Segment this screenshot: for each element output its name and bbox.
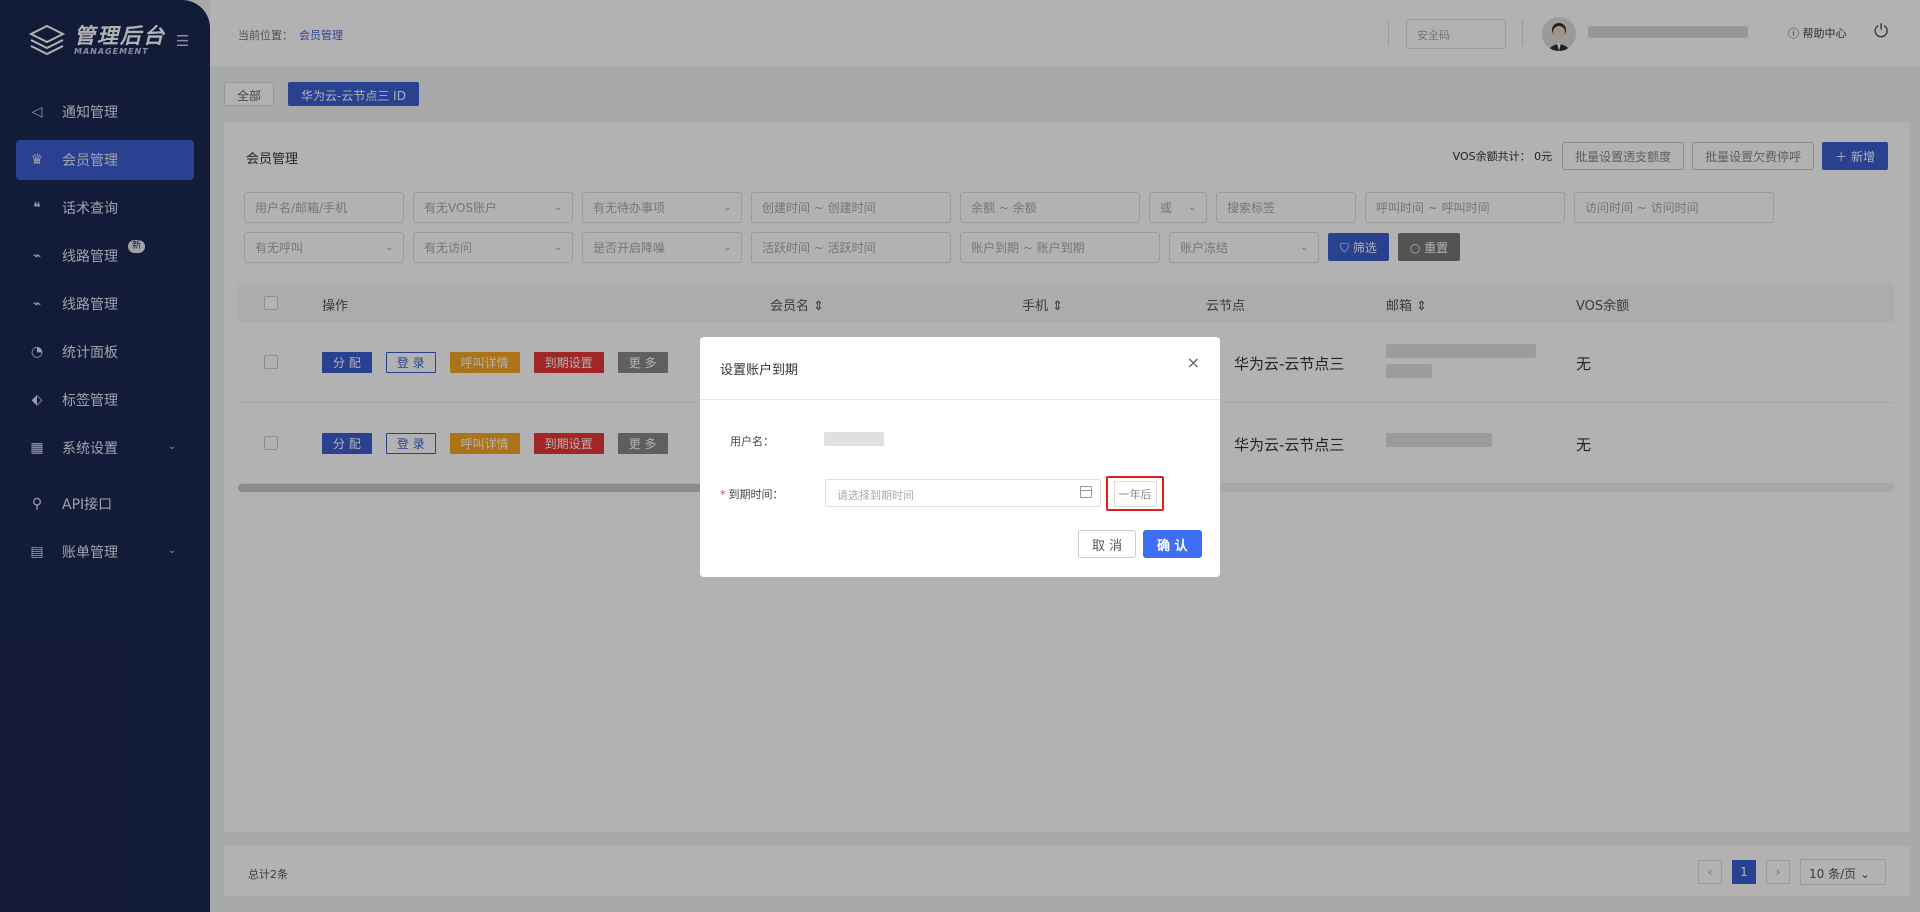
dialog-title: 设置账户到期 <box>720 363 799 378</box>
confirm-button[interactable]: 确 认 <box>1143 530 1202 558</box>
expire-label: * 到期时间： <box>720 486 784 502</box>
close-icon[interactable]: × <box>1187 353 1200 372</box>
expire-date-input[interactable]: 请选择到期时间 <box>825 479 1101 507</box>
one-year-label: 一年后 <box>1113 480 1157 507</box>
username-value <box>824 432 884 446</box>
username-label: 用户名： <box>730 435 774 448</box>
divider <box>700 399 1220 400</box>
expire-label-text: 到期时间： <box>728 488 784 501</box>
one-year-later-button[interactable]: 一年后 <box>1106 476 1164 511</box>
cancel-button[interactable]: 取 消 <box>1078 530 1137 558</box>
expire-dialog: 设置账户到期 × 用户名： * 到期时间： 请选择到期时间 一年后 取 消 确 认 <box>700 337 1220 577</box>
required-mark: * <box>720 488 726 501</box>
calendar-icon <box>1080 486 1092 498</box>
date-placeholder: 请选择到期时间 <box>837 489 914 502</box>
